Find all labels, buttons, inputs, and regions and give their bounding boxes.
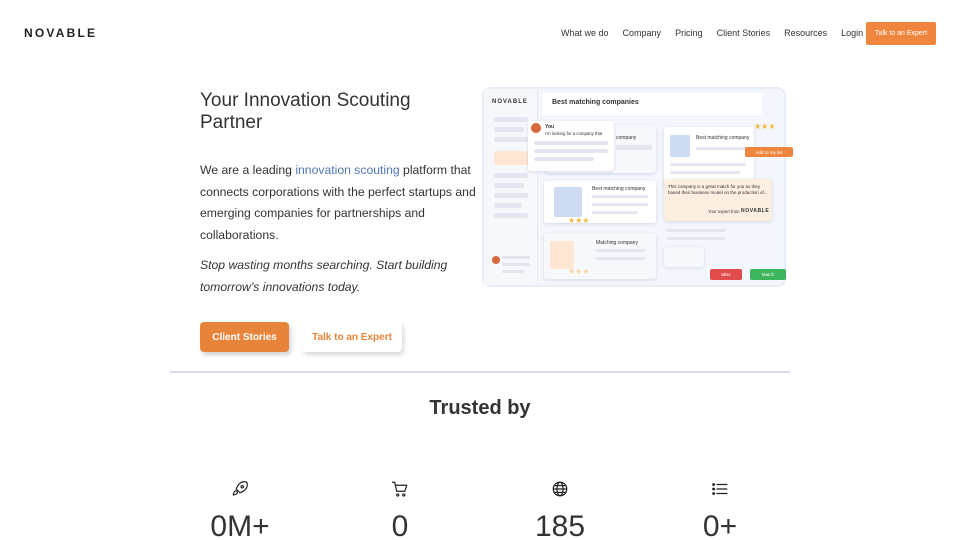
star-icon: ★★★ <box>568 267 590 276</box>
placeholder-bar <box>534 141 608 145</box>
best-match-right-title: Best matching company <box>696 135 750 141</box>
placeholder-bar <box>502 256 530 259</box>
placeholder-bar <box>592 203 648 206</box>
chat-message: I'm looking for a company that <box>545 131 603 136</box>
mockup-logo: NOVABLE <box>492 99 528 105</box>
placeholder-bar <box>494 213 528 218</box>
stat-item: 0 <box>340 480 460 540</box>
expert-message: This company is a great match for you as… <box>668 184 768 195</box>
placeholder-bar <box>502 263 530 266</box>
top-navigation: NOVABLE What we do Company Pricing Clien… <box>0 0 960 66</box>
nav-links: What we do Company Pricing Client Storie… <box>561 27 877 39</box>
brand-logo[interactable]: NOVABLE <box>24 26 97 40</box>
placeholder-bar <box>494 137 528 142</box>
placeholder-bar <box>666 229 726 232</box>
document-icon <box>554 187 582 217</box>
placeholder-bar <box>494 183 524 188</box>
stat-value: 185 <box>534 510 586 540</box>
list-icon <box>712 483 728 495</box>
add-to-list-button: Add to my list <box>745 147 793 157</box>
mockup-header-title: Best matching companies <box>552 99 639 106</box>
expert-from-logo: NOVABLE <box>741 208 770 214</box>
expert-from-label: Your expert from <box>708 209 740 214</box>
document-icon <box>670 135 690 157</box>
placeholder-bar <box>670 171 740 174</box>
nav-item-client-stories[interactable]: Client Stories <box>717 27 771 39</box>
placeholder-bar <box>666 237 726 240</box>
placeholder-card <box>664 247 704 267</box>
placeholder-bar <box>534 157 594 161</box>
star-icon: ★★★ <box>754 122 776 131</box>
client-stories-button[interactable]: Client Stories <box>200 322 289 352</box>
nav-item-company[interactable]: Company <box>623 27 662 39</box>
placeholder-block <box>494 151 528 165</box>
placeholder-bar <box>596 257 646 260</box>
placeholder-bar <box>534 149 608 153</box>
best-match-center-title: Best matching company <box>592 186 646 192</box>
product-mockup: NOVABLE Best matching companies company … <box>484 89 793 285</box>
stat-value: 0M+ <box>210 510 270 540</box>
stat-value: 0+ <box>702 510 738 540</box>
rocket-icon <box>232 481 248 496</box>
company-card-label: company <box>616 135 637 141</box>
star-icon: ★★★ <box>568 216 590 225</box>
placeholder-bar <box>494 173 528 178</box>
section-divider <box>170 371 790 373</box>
placeholder-bar <box>670 163 746 166</box>
placeholder-bar <box>592 195 648 198</box>
nav-item-pricing[interactable]: Pricing <box>675 27 703 39</box>
miss-button: Miss <box>710 269 742 280</box>
innovation-scouting-link[interactable]: innovation scouting <box>295 163 399 177</box>
nav-item-login[interactable]: Login <box>841 27 863 39</box>
cart-icon <box>391 481 408 497</box>
placeholder-bar <box>494 203 522 208</box>
user-avatar <box>531 123 541 133</box>
placeholder-bar <box>696 147 746 150</box>
placeholder-block <box>550 241 574 269</box>
nav-item-resources[interactable]: Resources <box>784 27 827 39</box>
nav-item-what-we-do[interactable]: What we do <box>561 27 609 39</box>
hero-title: Your Innovation Scouting Partner <box>200 90 411 133</box>
placeholder-bar <box>494 193 528 198</box>
talk-to-expert-nav-button[interactable]: Talk to an Expert <box>866 22 936 45</box>
trusted-by-heading: Trusted by <box>429 397 531 419</box>
placeholder-bar <box>596 249 646 252</box>
placeholder-bar <box>494 127 524 132</box>
globe-icon <box>552 481 568 497</box>
placeholder-bar <box>494 117 528 122</box>
hero-description: We are a leading innovation scouting pla… <box>200 160 480 246</box>
placeholder-bar <box>616 145 652 150</box>
user-avatar <box>492 256 500 264</box>
placeholder-bar <box>592 211 638 214</box>
chat-user-name: You <box>545 124 555 130</box>
placeholder-bar <box>502 270 524 273</box>
matching-company-title: Matching company <box>596 240 638 246</box>
hero-tagline: Stop wasting months searching. Start bui… <box>200 258 448 294</box>
stat-value: 0 <box>391 510 409 540</box>
stat-item: 0+ <box>660 480 780 540</box>
talk-to-expert-button[interactable]: Talk to an Expert <box>302 322 402 352</box>
match-button: Match <box>750 269 786 280</box>
hero-desc-pre: We are a leading <box>200 163 296 177</box>
stat-item: 185 <box>500 480 620 540</box>
stat-item: 0M+ <box>180 480 300 540</box>
